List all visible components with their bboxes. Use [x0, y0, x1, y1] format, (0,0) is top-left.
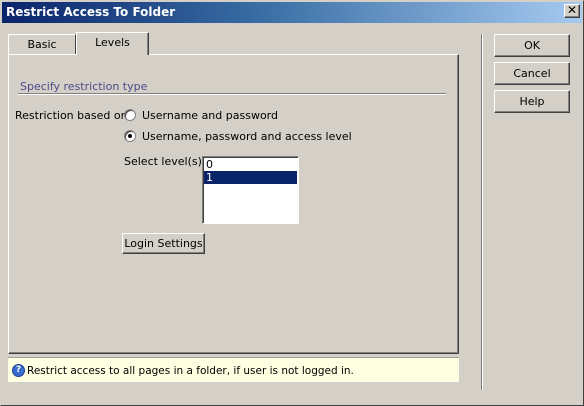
levels-panel: Specify restriction type Restriction bas… [8, 54, 459, 354]
ok-button[interactable]: OK [494, 34, 570, 57]
status-text: Restrict access to all pages in a folder… [27, 365, 354, 377]
restrict-access-dialog: Restrict Access To Folder ✕ Basic Levels… [0, 0, 584, 406]
status-bar: ? Restrict access to all pages in a fold… [8, 357, 459, 382]
window-title: Restrict Access To Folder [6, 5, 176, 19]
section-heading: Specify restriction type [20, 80, 148, 93]
radio-username-password-level[interactable] [124, 130, 136, 142]
question-icon: ? [12, 364, 25, 377]
close-icon[interactable]: ✕ [564, 4, 580, 18]
tab-basic[interactable]: Basic [8, 34, 76, 54]
radio-username-password[interactable] [124, 109, 136, 121]
vertical-divider [481, 34, 483, 390]
list-item[interactable]: 1 [204, 171, 297, 184]
cancel-button[interactable]: Cancel [494, 62, 570, 85]
tab-levels[interactable]: Levels [76, 32, 149, 55]
radio-username-password-label[interactable]: Username and password [142, 109, 278, 122]
help-button[interactable]: Help [494, 90, 570, 113]
levels-listbox[interactable]: 0 1 [202, 156, 299, 224]
title-bar[interactable]: Restrict Access To Folder ✕ [2, 2, 582, 23]
section-divider [18, 93, 446, 95]
select-levels-label: Select level(s): [124, 155, 206, 168]
login-settings-button[interactable]: Login Settings [122, 233, 205, 254]
list-item[interactable]: 0 [204, 158, 297, 171]
radio-username-password-level-label[interactable]: Username, password and access level [142, 130, 352, 143]
restriction-label: Restriction based on: [15, 109, 132, 122]
